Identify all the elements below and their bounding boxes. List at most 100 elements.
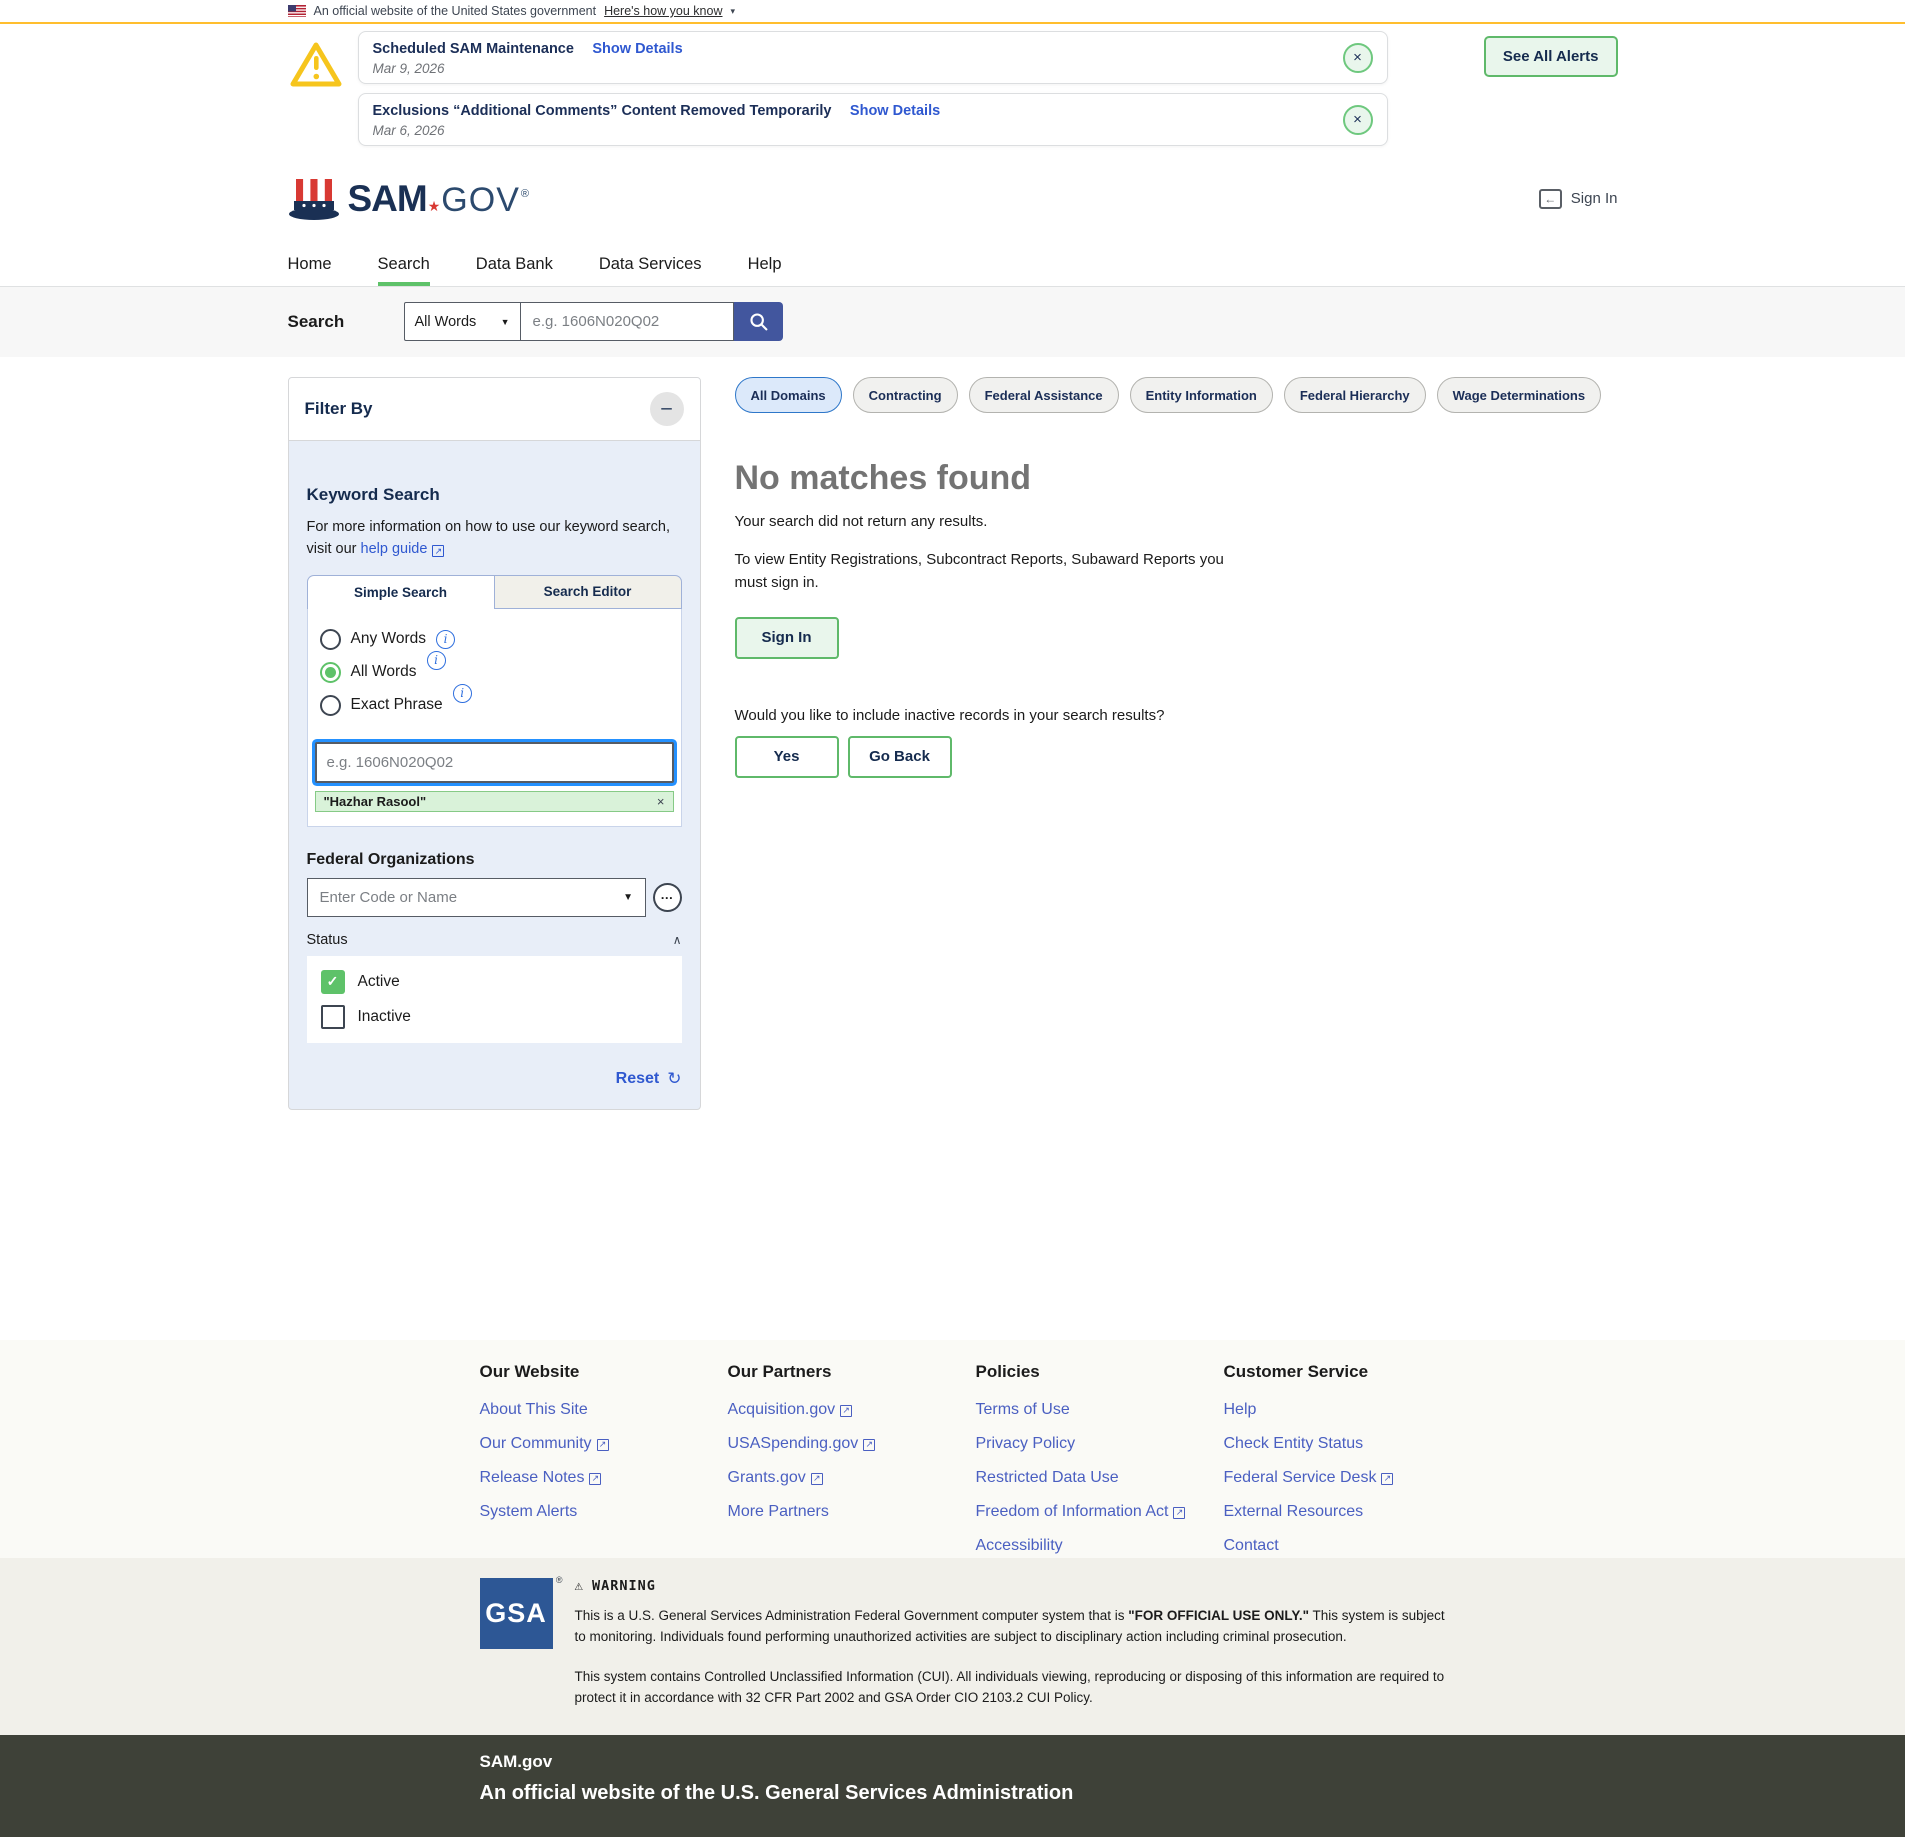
radio-exact-phrase[interactable]	[320, 695, 341, 716]
alert-date: Mar 6, 2026	[373, 123, 941, 138]
footer-column-our-website: Our Website About This Site Our Communit…	[480, 1362, 728, 1570]
search-mode-select[interactable]: All Words ▼	[404, 302, 521, 341]
alerts-section: Scheduled SAM Maintenance Show Details M…	[0, 24, 1905, 152]
nav-item-help[interactable]: Help	[748, 245, 782, 286]
federal-orgs-title: Federal Organizations	[307, 851, 682, 869]
nav-item-search[interactable]: Search	[378, 245, 430, 286]
footer-link-privacy-policy[interactable]: Privacy Policy	[976, 1434, 1224, 1453]
footer-link-accessibility[interactable]: Accessibility	[976, 1536, 1224, 1555]
no-results-message: Your search did not return any results.	[735, 513, 1618, 530]
footer-column-title: Customer Service	[1224, 1362, 1472, 1382]
alert-card: Exclusions “Additional Comments” Content…	[358, 93, 1388, 146]
sign-in-required-message: To view Entity Registrations, Subcontrac…	[735, 548, 1235, 595]
warning-paragraph-1: This is a U.S. General Services Administ…	[575, 1605, 1460, 1648]
footer-column-policies: Policies Terms of Use Privacy Policy Res…	[976, 1362, 1224, 1570]
help-guide-link[interactable]: help guide	[361, 541, 428, 557]
sam-gov-logo[interactable]: SAM ★ GOV ®	[288, 177, 529, 221]
keyword-search-title: Keyword Search	[307, 485, 682, 505]
footer-link-foia[interactable]: Freedom of Information Act↗	[976, 1502, 1224, 1521]
info-icon[interactable]: i	[453, 684, 472, 703]
footer-link-acquisition-gov[interactable]: Acquisition.gov↗	[728, 1400, 976, 1419]
domain-tab-contracting[interactable]: Contracting	[853, 377, 958, 413]
footer-link-contact[interactable]: Contact	[1224, 1536, 1472, 1555]
footer-link-external-resources[interactable]: External Resources	[1224, 1502, 1472, 1521]
footer-link-release-notes[interactable]: Release Notes↗	[480, 1468, 728, 1487]
keyword-chip: "Hazhar Rasool" ×	[315, 791, 674, 812]
radio-any-words[interactable]	[320, 629, 341, 650]
alert-list: Scheduled SAM Maintenance Show Details M…	[358, 31, 1388, 146]
yes-button[interactable]: Yes	[735, 736, 839, 778]
footer-link-our-community[interactable]: Our Community↗	[480, 1434, 728, 1453]
nav-item-home[interactable]: Home	[288, 245, 332, 286]
checkbox-active[interactable]: ✓	[321, 970, 345, 994]
footer-link-restricted-data-use[interactable]: Restricted Data Use	[976, 1468, 1224, 1487]
brand-gov: GOV	[441, 181, 520, 220]
footer-link-usaspending-gov[interactable]: USASpending.gov↗	[728, 1434, 976, 1453]
banner-text: An official website of the United States…	[314, 4, 597, 18]
info-icon[interactable]: i	[436, 630, 455, 649]
nav-item-data-bank[interactable]: Data Bank	[476, 245, 553, 286]
site-bottom-bar: SAM.gov An official website of the U.S. …	[0, 1735, 1905, 1837]
external-link-icon: ↗	[589, 1473, 601, 1485]
close-icon[interactable]: ×	[1343, 43, 1373, 73]
go-back-button[interactable]: Go Back	[848, 736, 952, 778]
footer: Our Website About This Site Our Communit…	[0, 1340, 1905, 1558]
status-section-toggle[interactable]: Status ∧	[307, 932, 682, 948]
federal-orgs-more-button[interactable]: …	[653, 883, 681, 912]
domain-tab-federal-hierarchy[interactable]: Federal Hierarchy	[1284, 377, 1426, 413]
footer-link-terms-of-use[interactable]: Terms of Use	[976, 1400, 1224, 1419]
collapse-filters-button[interactable]: –	[650, 392, 684, 426]
footer-link-federal-service-desk[interactable]: Federal Service Desk↗	[1224, 1468, 1472, 1487]
footer-link-help[interactable]: Help	[1224, 1400, 1472, 1419]
footer-column-title: Policies	[976, 1362, 1224, 1382]
results-panel: All Domains Contracting Federal Assistan…	[735, 377, 1618, 778]
radio-any-words-label: Any Words	[351, 630, 427, 648]
sign-in-label: Sign In	[1571, 190, 1618, 207]
official-banner: An official website of the United States…	[0, 0, 1905, 24]
footer-column-title: Our Partners	[728, 1362, 976, 1382]
see-all-alerts-button[interactable]: See All Alerts	[1484, 36, 1618, 77]
warning-paragraph-2: This system contains Controlled Unclassi…	[575, 1666, 1460, 1709]
no-matches-heading: No matches found	[735, 459, 1618, 498]
alert-show-details-link[interactable]: Show Details	[592, 41, 682, 57]
caret-down-icon: ▼	[623, 892, 633, 903]
tab-search-editor[interactable]: Search Editor	[495, 575, 682, 609]
checkbox-inactive[interactable]	[321, 1005, 345, 1029]
filter-panel-title: Filter By	[305, 399, 373, 419]
federal-orgs-placeholder: Enter Code or Name	[320, 889, 458, 906]
tab-simple-search[interactable]: Simple Search	[307, 575, 495, 609]
banner-how-link[interactable]: Here's how you know	[604, 4, 722, 18]
checkbox-inactive-label: Inactive	[358, 1008, 411, 1026]
alert-show-details-link[interactable]: Show Details	[850, 103, 940, 119]
footer-link-more-partners[interactable]: More Partners	[728, 1502, 976, 1521]
caret-down-icon: ▼	[501, 317, 510, 327]
domain-tab-all-domains[interactable]: All Domains	[735, 377, 842, 413]
us-flag-icon	[288, 5, 306, 17]
radio-all-words[interactable]	[320, 662, 341, 683]
gsa-warning-band: GSA ® ⚠ WARNING This is a U.S. General S…	[0, 1558, 1905, 1735]
close-icon[interactable]: ×	[1343, 105, 1373, 135]
external-link-icon: ↗	[811, 1473, 823, 1485]
chip-close-icon[interactable]: ×	[657, 794, 665, 809]
search-input[interactable]	[521, 302, 734, 341]
footer-link-system-alerts[interactable]: System Alerts	[480, 1502, 728, 1521]
radio-all-words-label: All Words	[351, 663, 417, 681]
alert-title: Scheduled SAM Maintenance	[373, 41, 574, 57]
footer-link-grants-gov[interactable]: Grants.gov↗	[728, 1468, 976, 1487]
footer-link-about-this-site[interactable]: About This Site	[480, 1400, 728, 1419]
federal-orgs-select[interactable]: Enter Code or Name ▼	[307, 878, 647, 917]
domain-tab-wage-determinations[interactable]: Wage Determinations	[1437, 377, 1601, 413]
footer-link-check-entity-status[interactable]: Check Entity Status	[1224, 1434, 1472, 1453]
bottom-site-name: SAM.gov	[480, 1752, 1618, 1772]
info-icon[interactable]: i	[427, 651, 446, 670]
reset-filters-link[interactable]: Reset ↻	[307, 1069, 682, 1089]
gsa-logo[interactable]: GSA ®	[480, 1578, 553, 1649]
header-sign-in-link[interactable]: ← Sign In	[1539, 189, 1618, 209]
nav-item-data-services[interactable]: Data Services	[599, 245, 702, 286]
domain-tab-federal-assistance[interactable]: Federal Assistance	[969, 377, 1119, 413]
domain-tab-entity-information[interactable]: Entity Information	[1130, 377, 1273, 413]
results-sign-in-button[interactable]: Sign In	[735, 617, 839, 659]
external-link-icon: ↗	[432, 545, 444, 557]
search-button[interactable]	[734, 302, 783, 341]
keyword-input[interactable]	[315, 742, 674, 783]
